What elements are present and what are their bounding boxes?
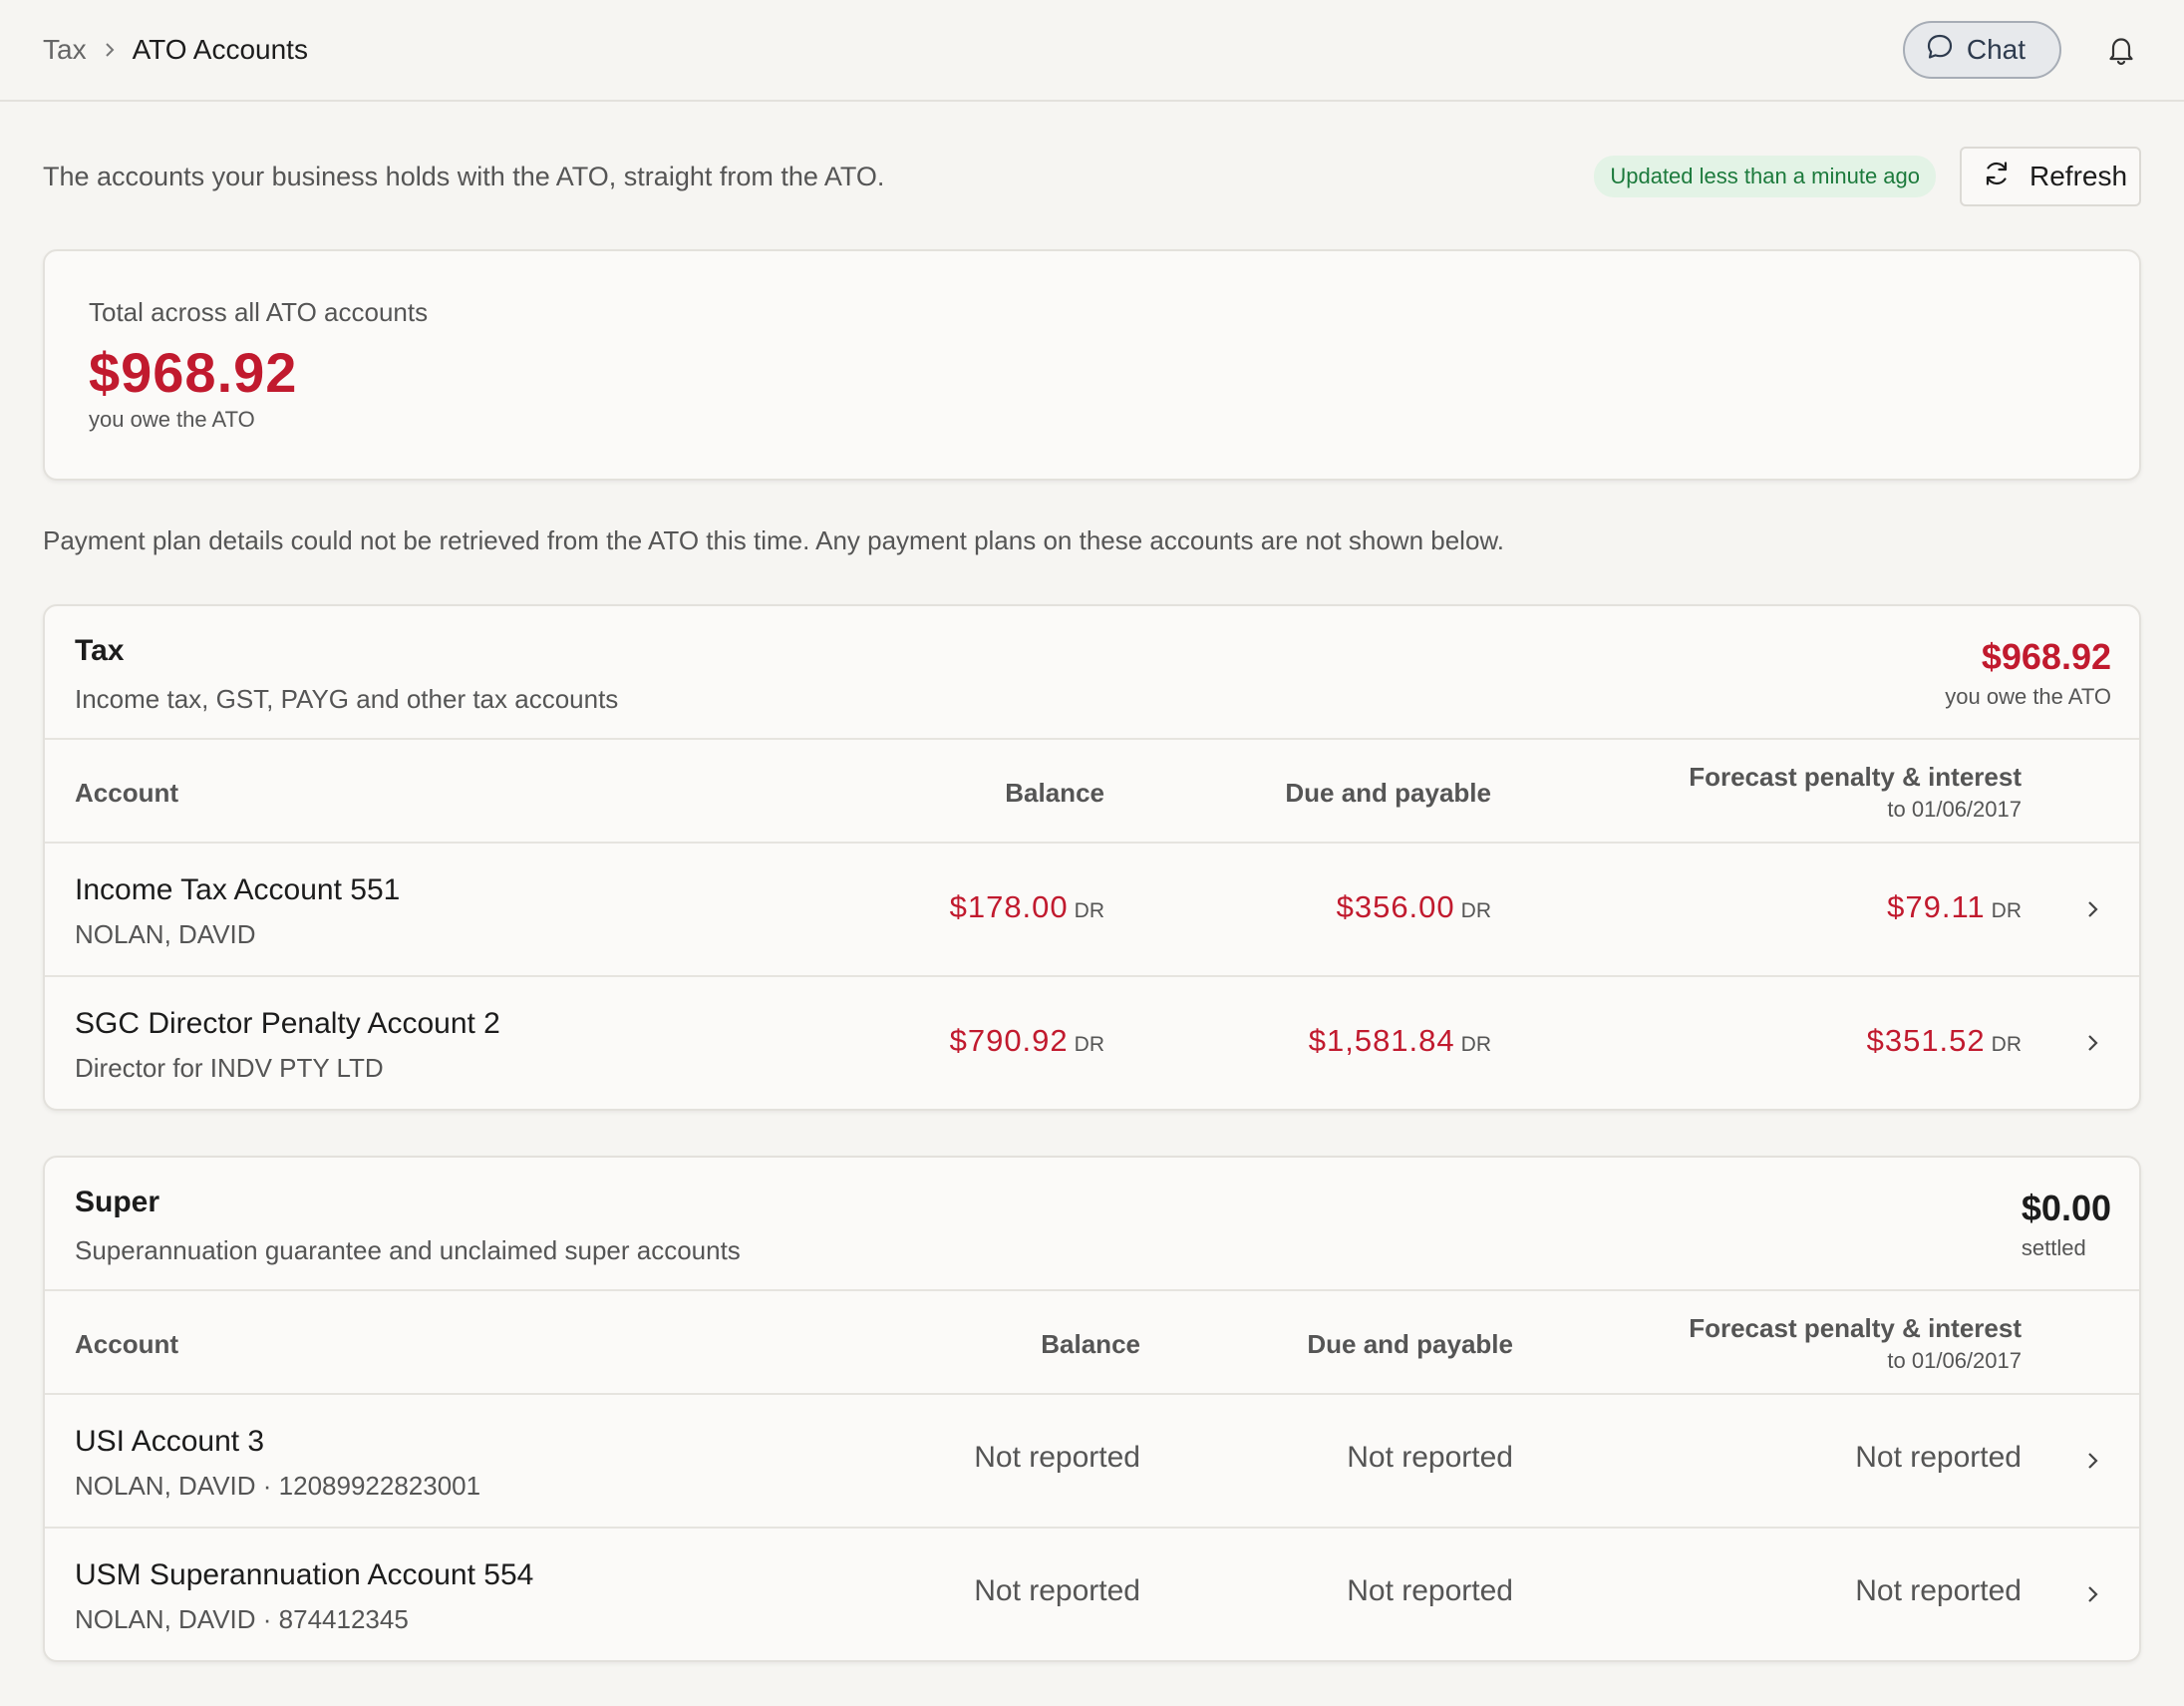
updated-status-badge: Updated less than a minute ago bbox=[1594, 156, 1936, 197]
tax-section-header: Tax Income tax, GST, PAYG and other tax … bbox=[45, 606, 2139, 740]
section-total-sub: settled bbox=[2021, 1235, 2086, 1260]
column-header-forecast: Forecast penalty & interest to 01/06/201… bbox=[1689, 1313, 2022, 1374]
chevron-right-icon[interactable] bbox=[2081, 895, 2105, 923]
section-title: Super bbox=[75, 1186, 160, 1218]
refresh-button[interactable]: Refresh bbox=[1960, 147, 2141, 206]
section-total: $968.92 bbox=[1981, 636, 2111, 677]
chevron-right-icon[interactable] bbox=[2081, 1029, 2105, 1057]
table-row[interactable]: Income Tax Account 551 NOLAN, DAVID $178… bbox=[45, 844, 2139, 977]
column-header-balance: Balance bbox=[1041, 1329, 1140, 1359]
table-header: Account Balance Due and payable Forecast… bbox=[45, 740, 2139, 844]
account-name: USI Account 3 bbox=[75, 1425, 265, 1458]
account-holder: NOLAN, DAVID · 874412345 bbox=[75, 1604, 409, 1634]
table-header: Account Balance Due and payable Forecast… bbox=[45, 1291, 2139, 1395]
top-bar: Tax ATO Accounts Chat bbox=[0, 0, 2184, 102]
account-name: USM Superannuation Account 554 bbox=[75, 1558, 534, 1591]
column-header-forecast-date: to 01/06/2017 bbox=[1887, 797, 2022, 822]
total-sub: you owe the ATO bbox=[89, 407, 255, 432]
table-row[interactable]: SGC Director Penalty Account 2 Director … bbox=[45, 977, 2139, 1109]
forecast-value: $79.11 DR bbox=[1887, 889, 2022, 924]
total-label: Total across all ATO accounts bbox=[89, 297, 429, 327]
super-section-header: Super Superannuation guarantee and uncla… bbox=[45, 1158, 2139, 1291]
intro-row: The accounts your business holds with th… bbox=[43, 146, 2141, 207]
super-section-card: Super Superannuation guarantee and uncla… bbox=[43, 1156, 2141, 1662]
due-value: $1,581.84 DR bbox=[1308, 1023, 1491, 1058]
chat-bubble-icon bbox=[1925, 32, 1955, 69]
section-title: Tax bbox=[75, 634, 125, 667]
section-description: Superannuation guarantee and unclaimed s… bbox=[75, 1235, 741, 1265]
chat-button[interactable]: Chat bbox=[1902, 21, 2061, 79]
refresh-icon bbox=[1982, 159, 2012, 195]
due-value: Not reported bbox=[1347, 1574, 1513, 1607]
bell-icon[interactable] bbox=[2101, 30, 2141, 70]
column-header-forecast: Forecast penalty & interest to 01/06/201… bbox=[1689, 762, 2022, 823]
account-holder: NOLAN, DAVID · 12089922823001 bbox=[75, 1471, 481, 1501]
refresh-button-label: Refresh bbox=[2029, 161, 2128, 191]
total-amount: $968.92 bbox=[89, 341, 298, 404]
column-header-forecast-date: to 01/06/2017 bbox=[1887, 1348, 2022, 1373]
column-header-due: Due and payable bbox=[1307, 1329, 1513, 1359]
breadcrumb-chevron-icon bbox=[103, 41, 117, 59]
due-value: Not reported bbox=[1347, 1441, 1513, 1474]
chevron-right-icon[interactable] bbox=[2081, 1580, 2105, 1608]
column-header-account: Account bbox=[75, 1329, 178, 1359]
account-holder: Director for INDV PTY LTD bbox=[75, 1053, 384, 1083]
balance-value: Not reported bbox=[974, 1574, 1140, 1607]
total-summary-card: Total across all ATO accounts $968.92 yo… bbox=[43, 249, 2141, 481]
table-row[interactable]: USI Account 3 NOLAN, DAVID · 12089922823… bbox=[45, 1395, 2139, 1529]
tax-section-card: Tax Income tax, GST, PAYG and other tax … bbox=[43, 604, 2141, 1111]
account-name: SGC Director Penalty Account 2 bbox=[75, 1007, 500, 1040]
column-header-due: Due and payable bbox=[1285, 778, 1491, 808]
forecast-value: Not reported bbox=[1855, 1574, 2022, 1607]
account-holder: NOLAN, DAVID bbox=[75, 919, 256, 949]
forecast-value: Not reported bbox=[1855, 1441, 2022, 1474]
balance-value: $178.00 DR bbox=[949, 889, 1104, 924]
column-header-forecast-label: Forecast penalty & interest bbox=[1689, 1313, 2022, 1343]
account-name: Income Tax Account 551 bbox=[75, 873, 401, 906]
column-header-account: Account bbox=[75, 778, 178, 808]
column-header-forecast-label: Forecast penalty & interest bbox=[1689, 762, 2022, 792]
forecast-value: $351.52 DR bbox=[1866, 1023, 2022, 1058]
breadcrumb: Tax ATO Accounts bbox=[43, 34, 308, 66]
table-row[interactable]: USM Superannuation Account 554 NOLAN, DA… bbox=[45, 1529, 2139, 1660]
section-total-sub: you owe the ATO bbox=[1945, 684, 2111, 709]
payment-plan-notice: Payment plan details could not be retrie… bbox=[43, 525, 1504, 555]
due-value: $356.00 DR bbox=[1336, 889, 1491, 924]
breadcrumb-current: ATO Accounts bbox=[132, 34, 308, 65]
chat-button-label: Chat bbox=[1966, 34, 2026, 65]
section-description: Income tax, GST, PAYG and other tax acco… bbox=[75, 684, 619, 714]
column-header-balance: Balance bbox=[1005, 778, 1104, 808]
section-total: $0.00 bbox=[2021, 1188, 2111, 1228]
balance-value: Not reported bbox=[974, 1441, 1140, 1474]
balance-value: $790.92 DR bbox=[949, 1023, 1104, 1058]
intro-text: The accounts your business holds with th… bbox=[43, 161, 885, 191]
breadcrumb-parent[interactable]: Tax bbox=[43, 34, 87, 66]
chevron-right-icon[interactable] bbox=[2081, 1447, 2105, 1475]
